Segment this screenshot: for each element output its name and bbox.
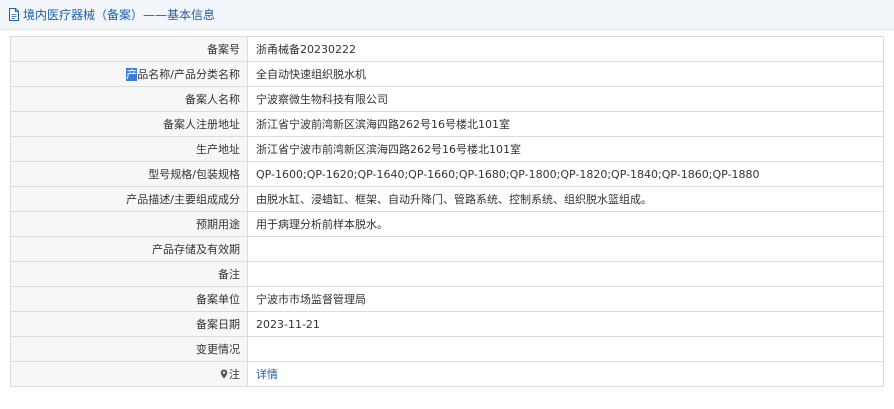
table-row: 产品描述/主要组成成分 由脱水缸、浸蜡缸、框架、自动升降门、管路系统、控制系统、… [10,186,884,212]
row-label: 预期用途 [10,211,248,237]
row-value: 宁波察微生物科技有限公司 [247,86,884,112]
table-row: 产品名称/产品分类名称 全自动快速组织脱水机 [10,61,884,87]
table-row: 备案人名称 宁波察微生物科技有限公司 [10,86,884,112]
page-title: 境内医疗器械（备案）——基本信息 [8,6,215,23]
table-row: 备注 [10,261,884,287]
row-value [247,336,884,362]
row-value: QP-1600;QP-1620;QP-1640;QP-1660;QP-1680;… [247,161,884,187]
row-value: 2023-11-21 [247,311,884,337]
row-value: 详情 [247,361,884,387]
page-header: 境内医疗器械（备案）——基本信息 [0,0,894,30]
row-label: 产品名称/产品分类名称 [10,61,248,87]
table-row: 注 详情 [10,361,884,387]
selected-text: 产 [126,68,138,81]
row-label: 备注 [10,261,248,287]
page-title-text: 境内医疗器械（备案）——基本信息 [23,8,216,22]
table-row: 变更情况 [10,336,884,362]
table-row: 产品存储及有效期 [10,236,884,262]
row-value [247,261,884,287]
row-label: 产品描述/主要组成成分 [10,186,248,212]
table-row: 备案单位 宁波市市场监督管理局 [10,286,884,312]
row-label: 备案号 [10,36,248,62]
table-row: 备案号 浙甬械备20230222 [10,36,884,62]
row-value: 由脱水缸、浸蜡缸、框架、自动升降门、管路系统、控制系统、组织脱水篮组成。 [247,186,884,212]
row-value: 浙甬械备20230222 [247,36,884,62]
label-text: 品名称/产品分类名称 [137,68,240,81]
row-value [247,236,884,262]
row-label: 备案人注册地址 [10,111,248,137]
row-label: 备案日期 [10,311,248,337]
table-row: 型号规格/包装规格 QP-1600;QP-1620;QP-1640;QP-166… [10,161,884,187]
row-label: 备案单位 [10,286,248,312]
row-label: 备案人名称 [10,86,248,112]
row-label: 生产地址 [10,136,248,162]
row-label: 产品存储及有效期 [10,236,248,262]
basic-info-table: 备案号 浙甬械备20230222 产品名称/产品分类名称 全自动快速组织脱水机 … [10,36,884,387]
table-row: 备案人注册地址 浙江省宁波前湾新区滨海四路262号16号楼北101室 [10,111,884,137]
row-label: 注 [10,361,248,387]
document-icon [9,8,19,21]
row-value: 全自动快速组织脱水机 [247,61,884,87]
row-value: 浙江省宁波市前湾新区滨海四路262号16号楼北101室 [247,136,884,162]
row-value: 用于病理分析前样本脱水。 [247,211,884,237]
details-link[interactable]: 详情 [256,368,278,381]
label-text: 注 [229,368,240,381]
table-row: 备案日期 2023-11-21 [10,311,884,337]
row-label: 变更情况 [10,336,248,362]
row-value: 浙江省宁波前湾新区滨海四路262号16号楼北101室 [247,111,884,137]
row-value: 宁波市市场监督管理局 [247,286,884,312]
table-row: 生产地址 浙江省宁波市前湾新区滨海四路262号16号楼北101室 [10,136,884,162]
row-label: 型号规格/包装规格 [10,161,248,187]
location-pin-icon [220,369,228,379]
table-row: 预期用途 用于病理分析前样本脱水。 [10,211,884,237]
